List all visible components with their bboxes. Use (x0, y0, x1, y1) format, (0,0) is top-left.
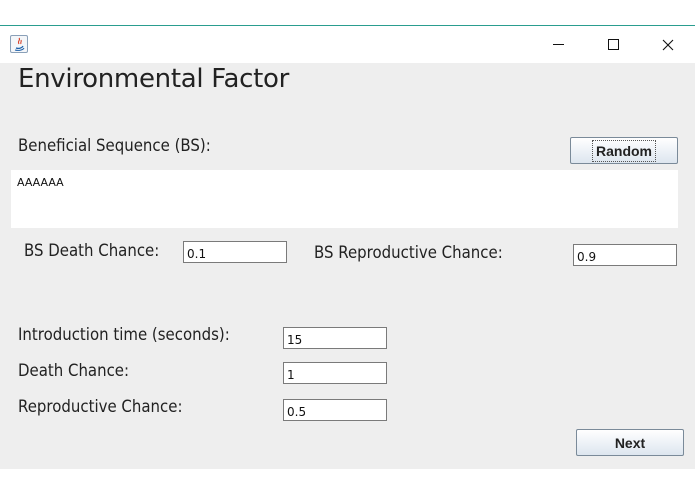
death-chance-label: Death Chance: (18, 361, 130, 381)
title-bar (0, 26, 695, 63)
bs-reproductive-chance-label: BS Reproductive Chance: (314, 243, 503, 263)
minimize-icon (552, 44, 564, 45)
bs-death-chance-label: BS Death Chance: (24, 241, 160, 261)
maximize-icon (607, 39, 619, 50)
java-app-icon[interactable] (10, 35, 28, 53)
reproductive-chance-field[interactable] (283, 399, 387, 421)
introduction-time-field[interactable] (283, 327, 387, 349)
minimize-button[interactable] (535, 26, 581, 63)
close-icon (662, 39, 674, 50)
page-title: Environmental Factor (18, 64, 290, 94)
maximize-button[interactable] (590, 26, 636, 63)
death-chance-field[interactable] (283, 362, 387, 384)
sequence-textarea[interactable]: AAAAAA (11, 170, 678, 228)
bs-reproductive-chance-field[interactable] (573, 244, 677, 266)
next-button-label: Next (614, 434, 646, 451)
next-button[interactable]: Next (576, 429, 684, 456)
beneficial-sequence-label: Beneficial Sequence (BS): (18, 136, 211, 156)
close-button[interactable] (645, 26, 691, 63)
introduction-time-label: Introduction time (seconds): (18, 325, 230, 345)
reproductive-chance-label: Reproductive Chance: (18, 397, 183, 417)
bs-death-chance-field[interactable] (183, 241, 287, 263)
random-button[interactable]: Random (570, 137, 678, 164)
random-button-label: Random (592, 139, 656, 162)
